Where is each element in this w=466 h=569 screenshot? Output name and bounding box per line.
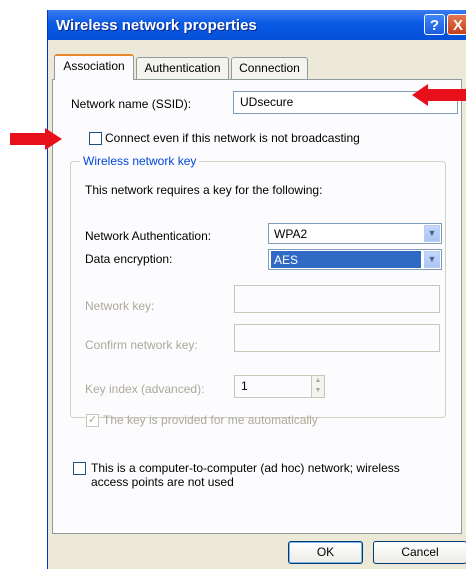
auto-key-label[interactable]: The key is provided for me automatically (103, 413, 318, 427)
auth-select-value: WPA2 (274, 227, 308, 241)
arrow-head-icon (412, 84, 428, 106)
broadcast-checkbox-label[interactable]: Connect even if this network is not broa… (105, 131, 360, 145)
confirm-key-input[interactable] (234, 324, 440, 352)
tab-association[interactable]: Association (54, 54, 134, 80)
network-key-label: Network key: (85, 299, 155, 313)
ok-button[interactable]: OK (288, 541, 363, 564)
encryption-label: Data encryption: (85, 252, 173, 266)
key-requirement-text: This network requires a key for the foll… (85, 183, 323, 197)
auto-key-checkbox[interactable]: ✓ (86, 414, 99, 427)
confirm-key-label: Confirm network key: (85, 338, 198, 352)
properties-dialog: Wireless network properties ? X Associat… (47, 10, 466, 569)
key-index-spinner[interactable]: ▲ ▼ (311, 375, 325, 398)
arrow-shaft (10, 133, 46, 145)
window-title: Wireless network properties (56, 17, 257, 34)
wireless-key-group-title: Wireless network key (80, 154, 200, 168)
tab-connection[interactable]: Connection (231, 57, 308, 79)
arrow-head-icon (45, 128, 62, 150)
chevron-down-icon[interactable]: ▼ (424, 225, 440, 242)
auth-select[interactable]: WPA2 ▼ (268, 223, 442, 244)
help-button[interactable]: ? (424, 14, 445, 35)
adhoc-label-line1[interactable]: This is a computer-to-computer (ad hoc) … (91, 461, 400, 475)
key-index-label: Key index (advanced): (85, 382, 205, 396)
auth-label: Network Authentication: (85, 229, 212, 243)
broadcast-checkbox[interactable] (89, 132, 102, 145)
arrow-shaft (427, 89, 466, 101)
adhoc-checkbox[interactable] (73, 462, 86, 475)
network-key-input[interactable] (234, 285, 440, 313)
encryption-select[interactable]: AES ▼ (268, 249, 442, 270)
tab-authentication[interactable]: Authentication (136, 57, 229, 79)
close-button[interactable]: X (447, 14, 466, 35)
ssid-label: Network name (SSID): (71, 97, 192, 111)
adhoc-label-line2[interactable]: access points are not used (91, 475, 234, 489)
encryption-select-value: AES (271, 251, 421, 268)
cancel-button[interactable]: Cancel (373, 541, 466, 564)
chevron-down-icon[interactable]: ▼ (424, 251, 440, 268)
title-bar[interactable]: Wireless network properties ? X (48, 10, 466, 40)
key-index-input[interactable]: 1 (234, 375, 312, 398)
